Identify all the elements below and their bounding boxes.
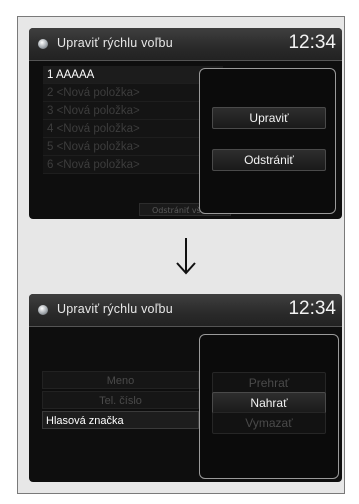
speed-dial-icon bbox=[38, 39, 48, 49]
edit-speed-dial-entry-screen: Upraviť rýchlu voľbu 12:34 Meno Tel. čís… bbox=[29, 294, 342, 482]
voice-tag-field[interactable]: Hlasová značka bbox=[42, 411, 199, 429]
edit-speed-dial-screen: Upraviť rýchlu voľbu 12:34 1 AAAAA 2 <No… bbox=[29, 28, 342, 219]
record-button[interactable]: Nahrať bbox=[212, 392, 326, 414]
list-item[interactable]: 1 AAAAA bbox=[43, 66, 223, 84]
arrow-down-icon bbox=[176, 238, 196, 275]
list-item[interactable]: 3 <Nová položka> bbox=[43, 102, 223, 120]
options-dialog: Upraviť Odstrániť bbox=[199, 68, 336, 214]
delete-button[interactable]: Odstrániť bbox=[212, 149, 326, 171]
phone-number-field[interactable]: Tel. číslo bbox=[42, 391, 199, 409]
title-bar: Upraviť rýchlu voľbu 12:34 bbox=[29, 28, 342, 61]
erase-button[interactable]: Vymazať bbox=[212, 412, 326, 434]
speed-dial-icon bbox=[38, 305, 48, 315]
name-field[interactable]: Meno bbox=[42, 371, 199, 389]
list-item[interactable]: 2 <Nová položka> bbox=[43, 84, 223, 102]
speed-dial-list: 1 AAAAA 2 <Nová položka> 3 <Nová položka… bbox=[43, 66, 223, 174]
list-item[interactable]: 5 <Nová položka> bbox=[43, 138, 223, 156]
title-bar: Upraviť rýchlu voľbu 12:34 bbox=[29, 294, 342, 327]
list-item[interactable]: 4 <Nová položka> bbox=[43, 120, 223, 138]
voice-tag-dialog: Prehrať Nahrať Vymazať bbox=[199, 334, 339, 479]
clock: 12:34 bbox=[288, 298, 336, 319]
screen-title: Upraviť rýchlu voľbu bbox=[57, 36, 173, 50]
screen-title: Upraviť rýchlu voľbu bbox=[57, 302, 173, 316]
list-item[interactable]: 6 <Nová položka> bbox=[43, 156, 223, 174]
play-button[interactable]: Prehrať bbox=[212, 372, 326, 394]
edit-button[interactable]: Upraviť bbox=[212, 107, 326, 129]
clock: 12:34 bbox=[288, 32, 336, 53]
